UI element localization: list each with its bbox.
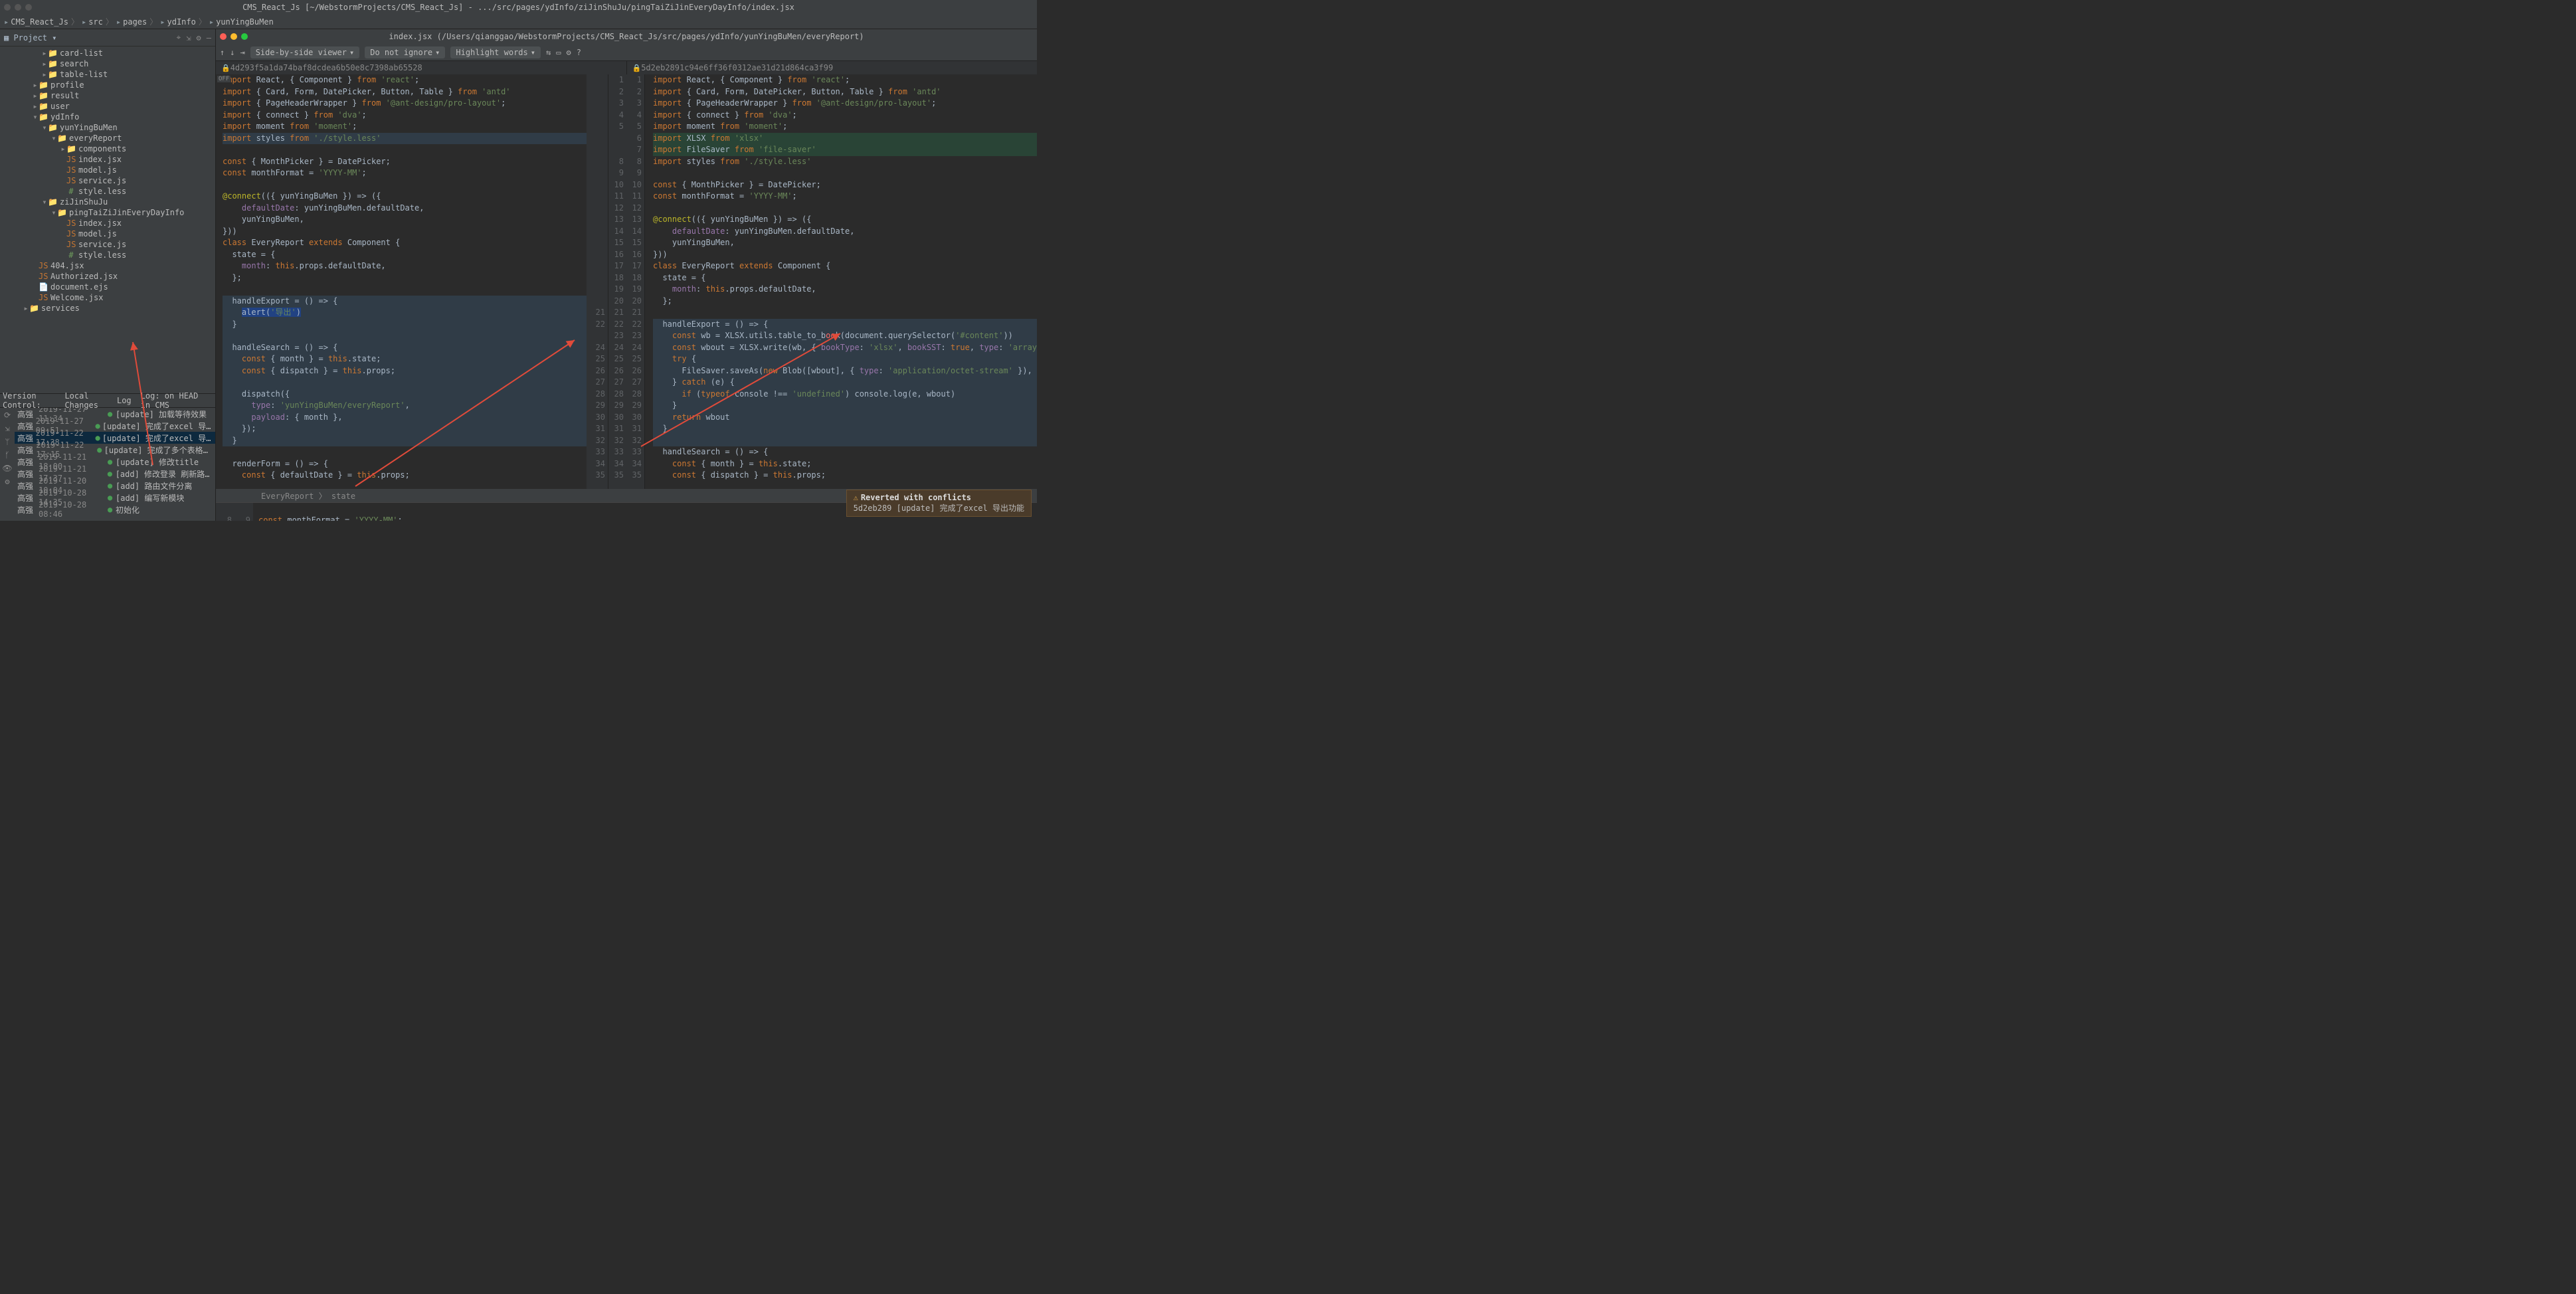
gear-icon[interactable]: ⚙ xyxy=(197,33,201,43)
zoom-icon[interactable] xyxy=(241,33,248,40)
tree-item[interactable]: JSAuthorized.jsx xyxy=(0,271,215,282)
vcs-log: ⟳ ⇲ ᛘ ᚶ 👁 ⚙ 高强2019-11-27 11:34●[update] … xyxy=(0,408,215,521)
tree-item[interactable]: JSservice.js xyxy=(0,239,215,250)
commit-row[interactable]: 高强2019-10-28 08:46●初始化 xyxy=(15,504,215,515)
branch-icon[interactable]: ᛘ xyxy=(5,437,9,446)
tree-item[interactable]: 📄document.ejs xyxy=(0,282,215,292)
vcs-tabs: Version Control: Local Changes Log Log: … xyxy=(0,393,215,408)
tree-item[interactable]: ▸📁components xyxy=(0,143,215,154)
tree-item[interactable]: ▾📁everyReport xyxy=(0,133,215,143)
tree-item[interactable]: ▸📁services xyxy=(0,303,215,314)
sync-icon[interactable]: ▭ xyxy=(556,48,561,57)
window-titlebar: CMS_React_Js [~/WebstormProjects/CMS_Rea… xyxy=(0,0,1037,15)
diff-middle-gutter: 12345 8910111213141516171819202122232425… xyxy=(608,74,645,489)
cherrypick-icon[interactable]: ⇲ xyxy=(5,424,9,433)
tree-item[interactable]: ▾📁yunYingBuMen xyxy=(0,122,215,133)
next-diff-icon[interactable]: ↓ xyxy=(230,48,234,57)
viewer-mode-select[interactable]: Side-by-side viewer▾ xyxy=(250,46,360,58)
tree-item[interactable]: JS404.jsx xyxy=(0,260,215,271)
project-toolwindow-header: ▦ Project ▾ ⌖ ⇲ ⚙ — xyxy=(0,29,215,46)
expand-icon[interactable]: ⇲ xyxy=(186,33,191,43)
right-revision: 🔒 5d2eb2891c94e6ff36f0312ae31d21d864ca3f… xyxy=(627,61,1038,74)
project-label[interactable]: ▦ Project ▾ xyxy=(4,33,56,43)
diff-toolbar: ↑ ↓ ⇥ Side-by-side viewer▾ Do not ignore… xyxy=(216,44,1037,61)
diff-title-text: index.jsx (/Users/qianggao/WebstormProje… xyxy=(389,32,864,41)
tree-item[interactable]: ▸📁card-list xyxy=(0,48,215,58)
help-icon[interactable]: ? xyxy=(577,48,581,57)
tree-item[interactable]: ▸📁table-list xyxy=(0,69,215,80)
tree-item[interactable]: ▾📁ydInfo xyxy=(0,112,215,122)
vcs-tab-log[interactable]: Log xyxy=(117,396,132,405)
tree-item[interactable]: JSindex.jsx xyxy=(0,154,215,165)
crumb-2[interactable]: ▸pages xyxy=(116,17,147,27)
target-icon[interactable]: ⌖ xyxy=(177,33,181,43)
crumb-4[interactable]: ▸yunYingBuMen xyxy=(209,17,274,27)
branch2-icon[interactable]: ᚶ xyxy=(5,450,9,460)
vcs-title: Version Control: xyxy=(3,391,55,410)
notification-toast[interactable]: ⚠Reverted with conflicts 5d2eb289 [updat… xyxy=(846,490,1032,517)
hide-icon[interactable]: — xyxy=(207,33,211,43)
crumb-0[interactable]: ▸CMS_React_Js xyxy=(4,17,68,27)
close-icon[interactable] xyxy=(220,33,227,40)
tree-item[interactable]: JSservice.js xyxy=(0,175,215,186)
tree-item[interactable]: ▸📁search xyxy=(0,58,215,69)
eye-icon[interactable]: 👁 xyxy=(2,464,12,473)
vcs-commit-list[interactable]: 高强2019-11-27 11:34●[update] 加载等待效果高强2019… xyxy=(15,408,215,521)
tree-item[interactable]: ▸📁profile xyxy=(0,80,215,90)
diff-right-pane[interactable]: import React, { Component } from 'react'… xyxy=(645,74,1037,489)
tree-item[interactable]: JSindex.jsx xyxy=(0,218,215,229)
vcs-tab-loghead[interactable]: Log: on HEAD in CMS xyxy=(141,391,203,410)
tree-item[interactable]: ▾📁pingTaiZiJinEveryDayInfo xyxy=(0,207,215,218)
diff-traffic-lights xyxy=(220,33,248,40)
traffic-lights xyxy=(4,4,32,11)
diff-window: index.jsx (/Users/qianggao/WebstormProje… xyxy=(216,29,1037,489)
tree-item[interactable]: #style.less xyxy=(0,250,215,260)
tree-item[interactable]: JSWelcome.jsx xyxy=(0,292,215,303)
refresh-icon[interactable]: ⟳ xyxy=(4,411,11,420)
left-revision: 🔒 4d293f5a1da74baf8dcdea6b50e8c7398ab655… xyxy=(216,61,627,74)
window-title: CMS_React_Js [~/WebstormProjects/CMS_Rea… xyxy=(242,3,794,12)
collapse-icon[interactable]: ⇆ xyxy=(546,48,551,57)
nav-breadcrumb: ▸CMS_React_Js〉 ▸src〉 ▸pages〉 ▸ydInfo〉 ▸y… xyxy=(0,15,1037,29)
tree-item[interactable]: JSmodel.js xyxy=(0,165,215,175)
vcs-tab-local[interactable]: Local Changes xyxy=(64,391,108,410)
warning-icon: ⚠ xyxy=(854,493,858,502)
tree-item[interactable]: JSmodel.js xyxy=(0,229,215,239)
tree-item[interactable]: ▸📁result xyxy=(0,90,215,101)
editor-area: index.jsx (/Users/qianggao/WebstormProje… xyxy=(216,29,1037,521)
max-dot-disabled xyxy=(25,4,32,11)
diff-left-pane[interactable]: OFF import React, { Component } from 're… xyxy=(216,74,608,489)
readonly-badge: OFF xyxy=(217,76,230,82)
ignore-select[interactable]: Do not ignore▾ xyxy=(365,46,445,58)
prev-diff-icon[interactable]: ↑ xyxy=(220,48,225,57)
crumb-1[interactable]: ▸src xyxy=(82,17,103,27)
tree-item[interactable]: ▾📁ziJinShuJu xyxy=(0,197,215,207)
close-dot-disabled xyxy=(4,4,11,11)
gear2-icon[interactable]: ⚙ xyxy=(5,477,9,486)
settings-icon[interactable]: ⚙ xyxy=(566,48,571,57)
crumb-3[interactable]: ▸ydInfo xyxy=(160,17,196,27)
left-panel: ▦ Project ▾ ⌖ ⇲ ⚙ — ▸📁card-list▸📁search▸… xyxy=(0,29,216,521)
jump-icon[interactable]: ⇥ xyxy=(240,48,244,57)
project-tree[interactable]: ▸📁card-list▸📁search▸📁table-list▸📁profile… xyxy=(0,46,215,393)
min-dot-disabled xyxy=(15,4,21,11)
minimize-icon[interactable] xyxy=(230,33,237,40)
diff-titlebar: index.jsx (/Users/qianggao/WebstormProje… xyxy=(216,29,1037,44)
highlight-select[interactable]: Highlight words▾ xyxy=(450,46,541,58)
diff-revisions: 🔒 4d293f5a1da74baf8dcdea6b50e8c7398ab655… xyxy=(216,61,1037,74)
tree-item[interactable]: #style.less xyxy=(0,186,215,197)
tree-item[interactable]: ▸📁user xyxy=(0,101,215,112)
vcs-side-icons: ⟳ ⇲ ᛘ ᚶ 👁 ⚙ xyxy=(0,408,15,521)
